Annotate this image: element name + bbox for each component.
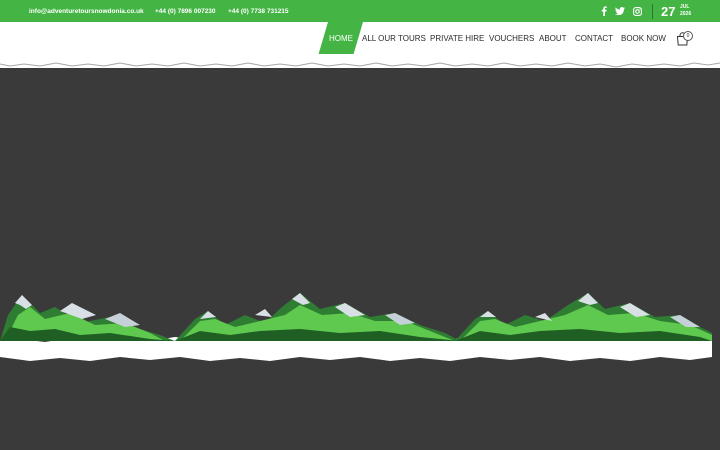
facebook-icon[interactable] <box>598 5 610 17</box>
instagram-icon[interactable] <box>631 5 643 17</box>
twitter-icon[interactable] <box>614 5 626 17</box>
nav-contact[interactable]: CONTACT <box>575 22 613 56</box>
nav-private-hire[interactable]: PRIVATE HIRE <box>430 22 484 56</box>
nav-about[interactable]: ABOUT <box>539 22 567 56</box>
mountain-range-illustration <box>0 293 712 361</box>
torn-paper-edge-top <box>0 54 720 68</box>
date-year: 2026 <box>680 11 692 17</box>
nav-vouchers[interactable]: VOUCHERS <box>489 22 534 56</box>
date-month: JUL <box>680 4 690 10</box>
phone-link-1[interactable]: +44 (0) 7896 007230 <box>155 0 216 22</box>
topbar-divider <box>652 4 653 19</box>
phone-link-2[interactable]: +44 (0) 7738 731215 <box>228 0 289 22</box>
mountain-group-1 <box>0 295 175 341</box>
top-contact-bar: info@adventuretoursnowdonia.co.uk +44 (0… <box>0 0 720 22</box>
nav-home[interactable]: HOME <box>329 22 353 56</box>
mountain-group-2 <box>175 293 460 341</box>
nav-all-our-tours[interactable]: ALL OUR TOURS <box>362 22 426 56</box>
cart-count-badge: 0 <box>683 31 693 41</box>
mountain-group-3 <box>455 293 712 341</box>
email-link[interactable]: info@adventuretoursnowdonia.co.uk <box>29 0 144 22</box>
date-day: 27 <box>661 4 676 19</box>
nav-book-now[interactable]: BOOK NOW <box>621 22 666 56</box>
